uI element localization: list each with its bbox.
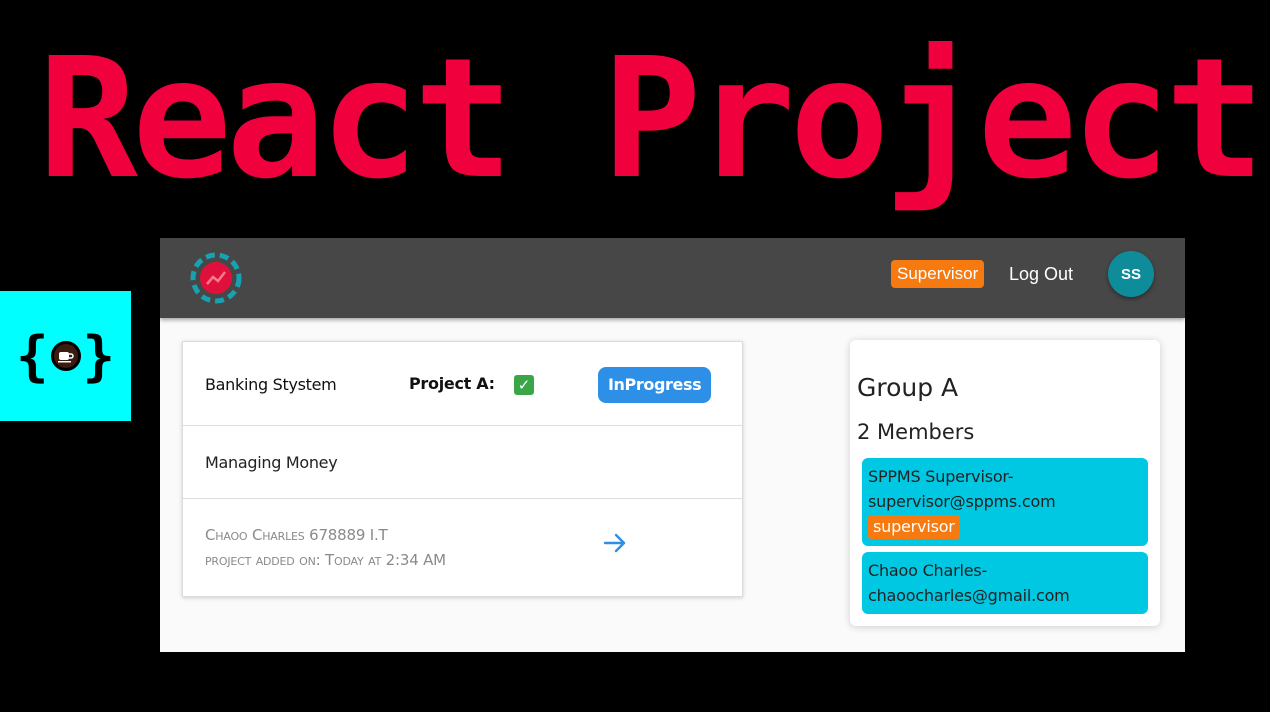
app-window: Supervisor Log Out SS Banking Stystem Pr… xyxy=(160,238,1185,652)
member-role-badge: supervisor xyxy=(868,515,960,539)
hero-title: React Project xyxy=(38,23,1265,216)
member-name: Chaoo Charles- xyxy=(868,561,988,580)
project-label: Project A: xyxy=(409,374,495,393)
project-description: Managing Money xyxy=(205,453,338,472)
member-item[interactable]: Chaoo Charles- chaoocharles@gmail.com xyxy=(862,552,1148,614)
project-date: project added on: Today at 2:34 AM xyxy=(205,551,446,569)
project-name: Banking Stystem xyxy=(205,375,337,394)
project-meta-row: Chaoo Charles 678889 I.T project added o… xyxy=(183,499,742,596)
group-card: Group A 2 Members SPPMS Supervisor- supe… xyxy=(850,340,1160,626)
member-item[interactable]: SPPMS Supervisor- supervisor@sppms.com s… xyxy=(862,458,1148,546)
project-card-header: Banking Stystem Project A: ✓ InProgress xyxy=(183,342,742,426)
chart-ring-logo-icon[interactable] xyxy=(188,250,244,306)
navbar: Supervisor Log Out SS xyxy=(160,238,1185,318)
project-author: Chaoo Charles 678889 I.T xyxy=(205,526,388,544)
project-description-row: Managing Money xyxy=(183,426,742,499)
group-title: Group A xyxy=(857,373,959,402)
brand-logo-tile: { } xyxy=(0,291,131,421)
arrow-right-icon[interactable] xyxy=(601,529,629,557)
checkbox-checked-icon[interactable]: ✓ xyxy=(514,375,534,395)
project-card: Banking Stystem Project A: ✓ InProgress … xyxy=(182,341,743,597)
member-email: chaoocharles@gmail.com xyxy=(868,586,1070,605)
avatar[interactable]: SS xyxy=(1108,251,1154,297)
logout-link[interactable]: Log Out xyxy=(1009,262,1073,286)
member-email: supervisor@sppms.com xyxy=(868,492,1056,511)
group-member-count: 2 Members xyxy=(857,420,975,444)
member-name: SPPMS Supervisor- xyxy=(868,467,1014,486)
coffee-cup-braces-icon: { } xyxy=(15,324,116,388)
role-badge: Supervisor xyxy=(891,260,985,288)
status-button[interactable]: InProgress xyxy=(598,367,712,403)
